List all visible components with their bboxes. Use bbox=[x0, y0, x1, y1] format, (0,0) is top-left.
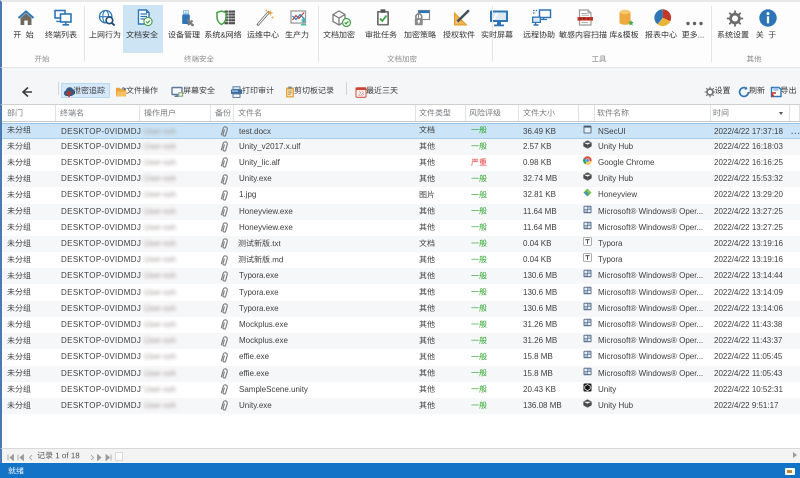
svg-text:23: 23 bbox=[358, 91, 364, 97]
